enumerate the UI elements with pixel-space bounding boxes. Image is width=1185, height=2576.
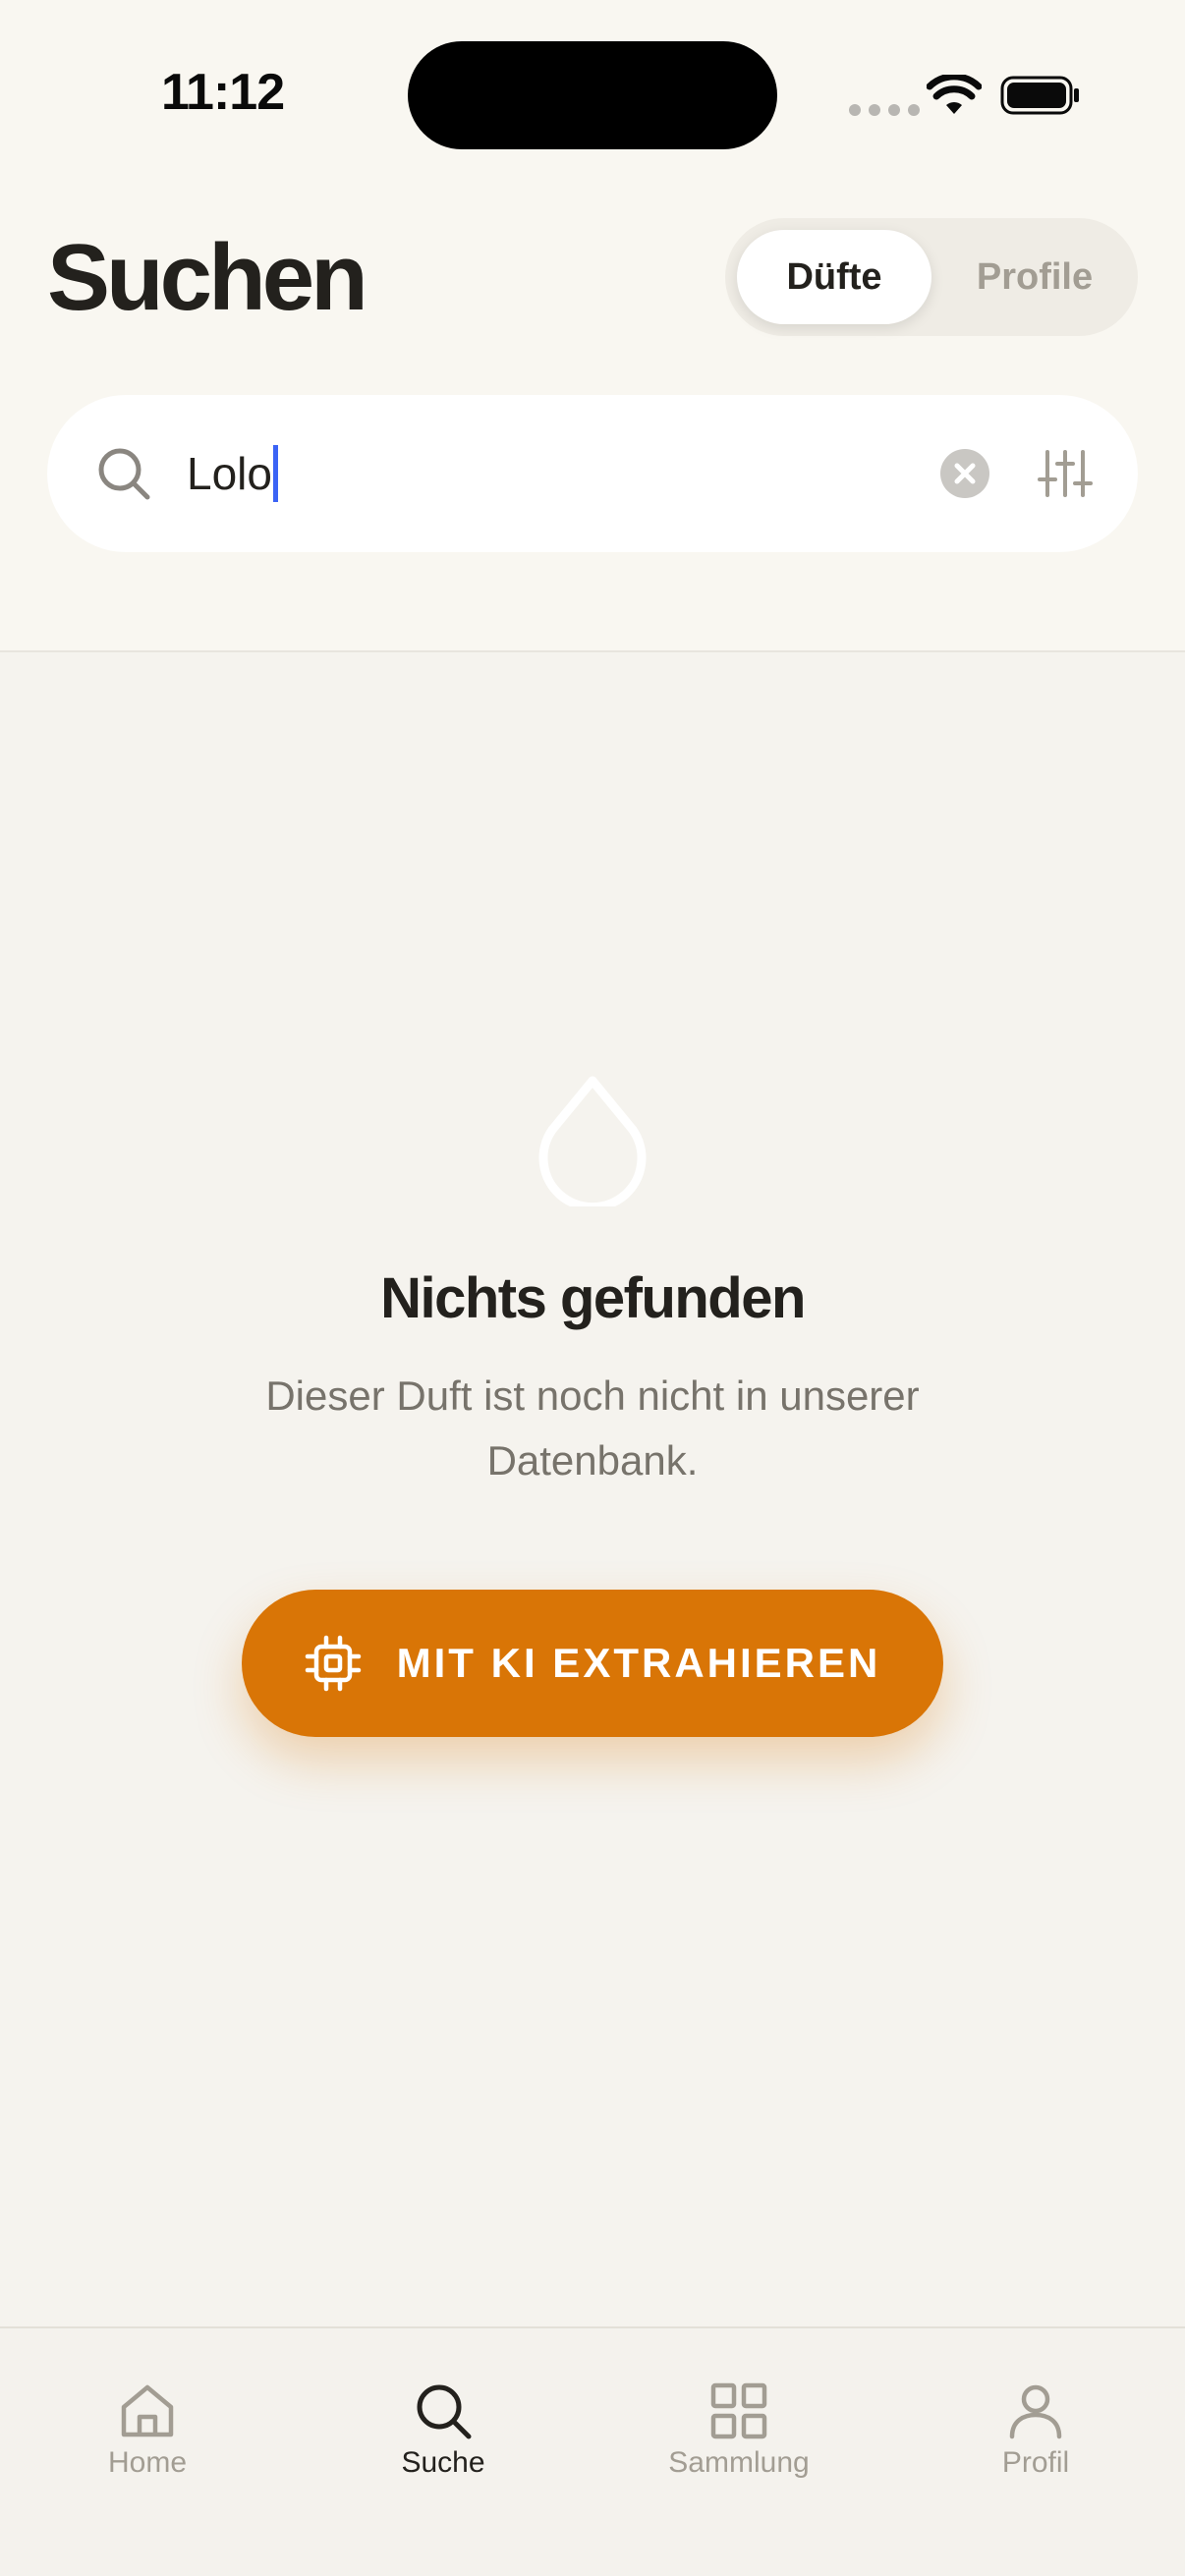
tab-home-label: Home xyxy=(107,2446,188,2479)
dynamic-island xyxy=(408,41,777,149)
empty-state-description: Dieser Duft ist noch nicht in unserer Da… xyxy=(265,1372,920,1484)
search-icon xyxy=(98,448,150,500)
tab-profil[interactable]: Profil xyxy=(937,2380,1134,2488)
status-time: 11:12 xyxy=(161,64,285,121)
search-input-value: Lolo xyxy=(187,448,272,499)
wifi-icon xyxy=(927,75,982,114)
cellular-signal-icon xyxy=(849,104,920,116)
extract-button-label: MIT KI EXTRAHIEREN xyxy=(396,1640,881,1686)
tab-sammlung[interactable]: Sammlung xyxy=(641,2380,837,2488)
grid-icon xyxy=(710,2382,767,2439)
tab-profil-label: Profil xyxy=(1001,2446,1070,2479)
drop-icon xyxy=(538,1076,647,1206)
battery-icon xyxy=(1000,76,1079,115)
page-title: Suchen xyxy=(47,225,368,330)
home-icon xyxy=(121,2384,174,2437)
tab-bar: Home Suche Sammlung Profil xyxy=(0,2326,1185,2576)
tab-sammlung-label: Sammlung xyxy=(668,2446,810,2479)
filter-sliders-icon[interactable] xyxy=(1038,446,1093,501)
person-icon xyxy=(1009,2384,1062,2439)
clear-icon[interactable] xyxy=(939,448,990,499)
search-icon xyxy=(417,2384,472,2439)
search-input[interactable]: Lolo xyxy=(187,442,278,505)
segmented-control: Düfte Profile xyxy=(725,218,1138,336)
extract-with-ai-button[interactable]: MIT KI EXTRAHIEREN xyxy=(242,1590,943,1737)
header: 11:12 Suchen Düfte Profile Lolo xyxy=(0,0,1185,652)
segment-profile[interactable]: Profile xyxy=(943,230,1126,324)
chip-icon xyxy=(305,1635,361,1692)
text-caret xyxy=(272,445,278,502)
segment-duefte[interactable]: Düfte xyxy=(737,230,931,324)
tab-suche[interactable]: Suche xyxy=(345,2380,541,2488)
tab-suche-label: Suche xyxy=(401,2446,485,2479)
status-bar: 11:12 xyxy=(0,0,1185,187)
search-bar[interactable]: Lolo xyxy=(47,395,1138,552)
empty-state-title: Nichts gefunden xyxy=(380,1266,806,1330)
tab-home[interactable]: Home xyxy=(49,2380,246,2488)
search-screen: 11:12 Suchen Düfte Profile Lolo Nichts g… xyxy=(0,0,1185,2576)
